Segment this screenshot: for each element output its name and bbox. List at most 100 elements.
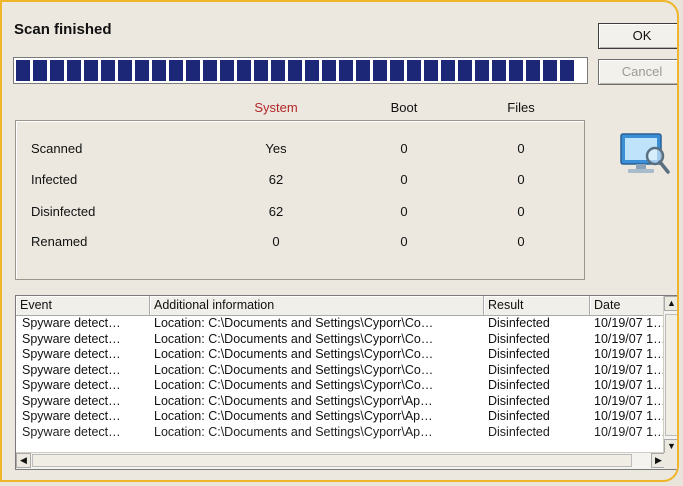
log-info: Location: C:\Documents and Settings\Cypo… <box>154 378 434 392</box>
progress-segment <box>50 60 64 81</box>
scroll-down-icon[interactable]: ▼ <box>664 439 677 454</box>
progress-segment <box>220 60 234 81</box>
stat-files-value: 0 <box>517 172 525 187</box>
progress-segment <box>101 60 115 81</box>
log-info: Location: C:\Documents and Settings\Cypo… <box>154 424 433 439</box>
log-result: Disinfected <box>488 362 550 377</box>
progress-segment <box>560 60 574 81</box>
log-event: Spyware detect… <box>22 424 121 439</box>
progress-segment <box>441 60 455 81</box>
scan-progress-bar <box>13 57 588 84</box>
log-event: Spyware detect… <box>22 347 121 361</box>
log-result: Disinfected <box>488 331 550 346</box>
log-date: 10/19/07 1… <box>594 316 666 330</box>
log-rows: Spyware detect… Location: C:\Documents an… <box>16 316 666 440</box>
progress-segment <box>458 60 472 81</box>
progress-segment <box>305 60 319 81</box>
stat-label: Renamed <box>31 234 88 249</box>
stat-files-value: 0 <box>517 141 525 156</box>
log-info: Location: C:\Documents and Settings\Cypo… <box>154 316 434 330</box>
stat-system-value: 62 <box>268 172 284 187</box>
scroll-left-icon[interactable]: ◀ <box>16 453 31 468</box>
stat-boot-value: 0 <box>400 204 408 219</box>
log-info: Location: C:\Documents and Settings\Cypo… <box>154 393 433 408</box>
progress-segment <box>475 60 489 81</box>
progress-segment <box>339 60 353 81</box>
vertical-scrollbar[interactable]: ▲ ▼ <box>663 296 677 454</box>
log-row[interactable]: Spyware detect… Location: C:\Documents an… <box>16 394 666 410</box>
horizontal-scrollbar[interactable]: ◀ ▶ <box>16 452 666 469</box>
progress-segment <box>169 60 183 81</box>
log-event: Spyware detect… <box>22 378 121 392</box>
computer-magnifier-icon <box>620 133 670 174</box>
progress-segment <box>390 60 404 81</box>
progress-segment <box>373 60 387 81</box>
log-header-event[interactable]: Event <box>16 296 150 315</box>
column-header-system: System <box>254 100 298 115</box>
log-info: Location: C:\Documents and Settings\Cypo… <box>154 347 434 361</box>
log-row[interactable]: Spyware detect… Location: C:\Documents an… <box>16 347 666 363</box>
log-event: Spyware detect… <box>22 331 121 346</box>
progress-segment <box>492 60 506 81</box>
progress-segment <box>16 60 30 81</box>
log-event: Spyware detect… <box>22 409 121 423</box>
stat-system-value: Yes <box>265 141 287 156</box>
progress-segment <box>407 60 421 81</box>
log-header: Event Additional information Result Date <box>16 296 666 316</box>
stat-files-value: 0 <box>517 204 525 219</box>
log-row[interactable]: Spyware detect… Location: C:\Documents an… <box>16 332 666 348</box>
log-date: 10/19/07 1… <box>594 393 666 408</box>
log-date: 10/19/07 1… <box>594 378 666 392</box>
log-header-result[interactable]: Result <box>484 296 590 315</box>
scrollbar-corner <box>664 453 677 469</box>
progress-segment <box>424 60 438 81</box>
progress-segment <box>118 60 132 81</box>
log-row[interactable]: Spyware detect… Location: C:\Documents an… <box>16 363 666 379</box>
stat-row-renamed: Renamed 0 0 0 <box>16 234 584 254</box>
progress-segment <box>322 60 336 81</box>
progress-segment <box>271 60 285 81</box>
ok-button[interactable]: OK <box>598 23 677 49</box>
progress-segment <box>203 60 217 81</box>
log-event: Spyware detect… <box>22 316 121 330</box>
progress-segment <box>33 60 47 81</box>
log-row[interactable]: Spyware detect… Location: C:\Documents an… <box>16 409 666 425</box>
stat-files-value: 0 <box>517 234 525 249</box>
log-row[interactable]: Spyware detect… Location: C:\Documents an… <box>16 316 666 332</box>
scan-stats-panel: Scanned Yes 0 0 Infected 62 0 0 Disinfec… <box>15 120 585 280</box>
column-header-boot: Boot <box>390 100 418 115</box>
progress-segment <box>135 60 149 81</box>
log-date: 10/19/07 1… <box>594 347 666 361</box>
progress-segment <box>254 60 268 81</box>
progress-segment <box>186 60 200 81</box>
vertical-scroll-thumb[interactable] <box>665 314 677 436</box>
log-result: Disinfected <box>488 347 550 361</box>
progress-segment <box>543 60 557 81</box>
scroll-up-icon[interactable]: ▲ <box>664 296 677 311</box>
cancel-button[interactable]: Cancel <box>598 59 677 85</box>
log-row[interactable]: Spyware detect… Location: C:\Documents an… <box>16 425 666 441</box>
log-event: Spyware detect… <box>22 362 121 377</box>
stat-boot-value: 0 <box>400 141 408 156</box>
scan-log-list[interactable]: Event Additional information Result Date… <box>15 295 677 470</box>
log-result: Disinfected <box>488 316 550 330</box>
log-header-info[interactable]: Additional information <box>150 296 484 315</box>
log-result: Disinfected <box>488 378 550 392</box>
scan-dialog: Scan finished OK Cancel System Boot File… <box>0 0 679 482</box>
log-result: Disinfected <box>488 393 550 408</box>
log-row[interactable]: Spyware detect… Location: C:\Documents an… <box>16 378 666 394</box>
progress-segment <box>526 60 540 81</box>
horizontal-scroll-thumb[interactable] <box>32 454 632 467</box>
log-date: 10/19/07 1… <box>594 362 666 377</box>
log-header-date[interactable]: Date <box>590 296 666 315</box>
log-event: Spyware detect… <box>22 393 121 408</box>
stat-boot-value: 0 <box>400 234 408 249</box>
log-date: 10/19/07 1… <box>594 424 666 439</box>
stat-label: Infected <box>31 172 78 187</box>
dialog-title: Scan finished <box>14 21 112 38</box>
stat-boot-value: 0 <box>400 172 408 187</box>
log-info: Location: C:\Documents and Settings\Cypo… <box>154 331 434 346</box>
progress-segment <box>84 60 98 81</box>
progress-segment <box>288 60 302 81</box>
progress-segment <box>152 60 166 81</box>
